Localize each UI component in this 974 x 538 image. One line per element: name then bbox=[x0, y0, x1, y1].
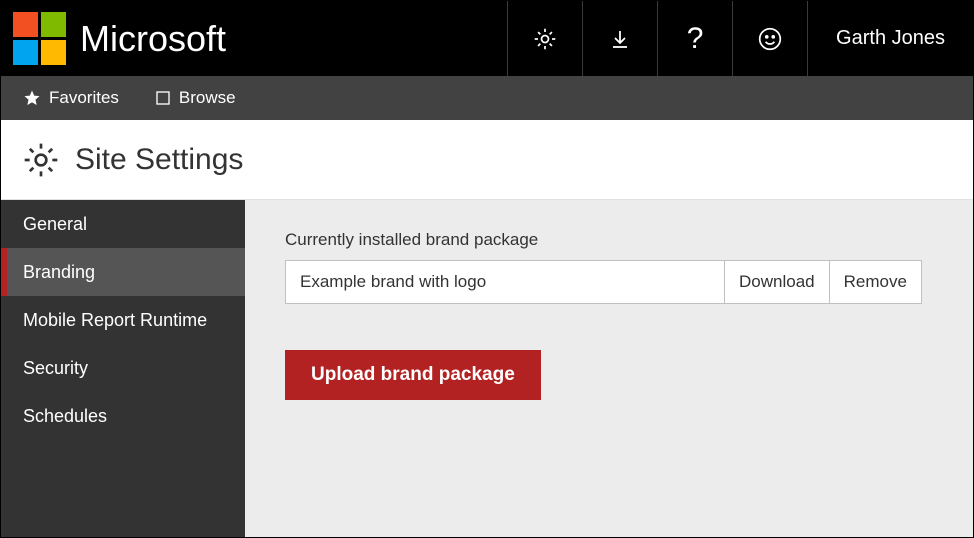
download-brand-button[interactable]: Download bbox=[725, 260, 830, 304]
download-icon bbox=[608, 27, 632, 51]
question-icon: ? bbox=[687, 22, 704, 56]
sidebar-item-general[interactable]: General bbox=[1, 200, 245, 248]
user-name: Garth Jones bbox=[836, 27, 945, 50]
gear-icon bbox=[532, 26, 558, 52]
remove-brand-button[interactable]: Remove bbox=[830, 260, 922, 304]
browse-icon bbox=[155, 90, 171, 106]
smiley-icon bbox=[757, 26, 783, 52]
sidebar-item-schedules[interactable]: Schedules bbox=[1, 392, 245, 440]
settings-button[interactable] bbox=[507, 1, 582, 76]
favorites-button[interactable]: Favorites bbox=[1, 76, 137, 120]
sidebar-item-label: Mobile Report Runtime bbox=[23, 310, 207, 331]
brand-package-name: Example brand with logo bbox=[285, 260, 725, 304]
sidebar: General Branding Mobile Report Runtime S… bbox=[1, 200, 245, 537]
main-content: Currently installed brand package Exampl… bbox=[245, 200, 973, 537]
download-button[interactable] bbox=[582, 1, 657, 76]
sidebar-item-branding[interactable]: Branding bbox=[1, 248, 245, 296]
favorites-label: Favorites bbox=[49, 88, 119, 108]
browse-button[interactable]: Browse bbox=[137, 76, 254, 120]
sidebar-item-security[interactable]: Security bbox=[1, 344, 245, 392]
user-menu[interactable]: Garth Jones bbox=[807, 1, 973, 76]
brand-package-label: Currently installed brand package bbox=[285, 230, 933, 250]
feedback-button[interactable] bbox=[732, 1, 807, 76]
sidebar-item-label: General bbox=[23, 214, 87, 235]
microsoft-logo-icon bbox=[13, 12, 66, 65]
gear-icon bbox=[21, 140, 61, 180]
sidebar-item-label: Branding bbox=[23, 262, 95, 283]
browse-label: Browse bbox=[179, 88, 236, 108]
sidebar-item-label: Security bbox=[23, 358, 88, 379]
sidebar-item-label: Schedules bbox=[23, 406, 107, 427]
toolbar: Favorites Browse bbox=[1, 76, 973, 120]
sidebar-item-mobile-report-runtime[interactable]: Mobile Report Runtime bbox=[1, 296, 245, 344]
star-icon bbox=[23, 89, 41, 107]
help-button[interactable]: ? bbox=[657, 1, 732, 76]
page-title: Site Settings bbox=[75, 143, 243, 177]
page-title-bar: Site Settings bbox=[1, 120, 973, 200]
brand-name: Microsoft bbox=[80, 18, 226, 60]
top-bar: Microsoft ? Garth Jones bbox=[1, 1, 973, 76]
upload-brand-button[interactable]: Upload brand package bbox=[285, 350, 541, 400]
